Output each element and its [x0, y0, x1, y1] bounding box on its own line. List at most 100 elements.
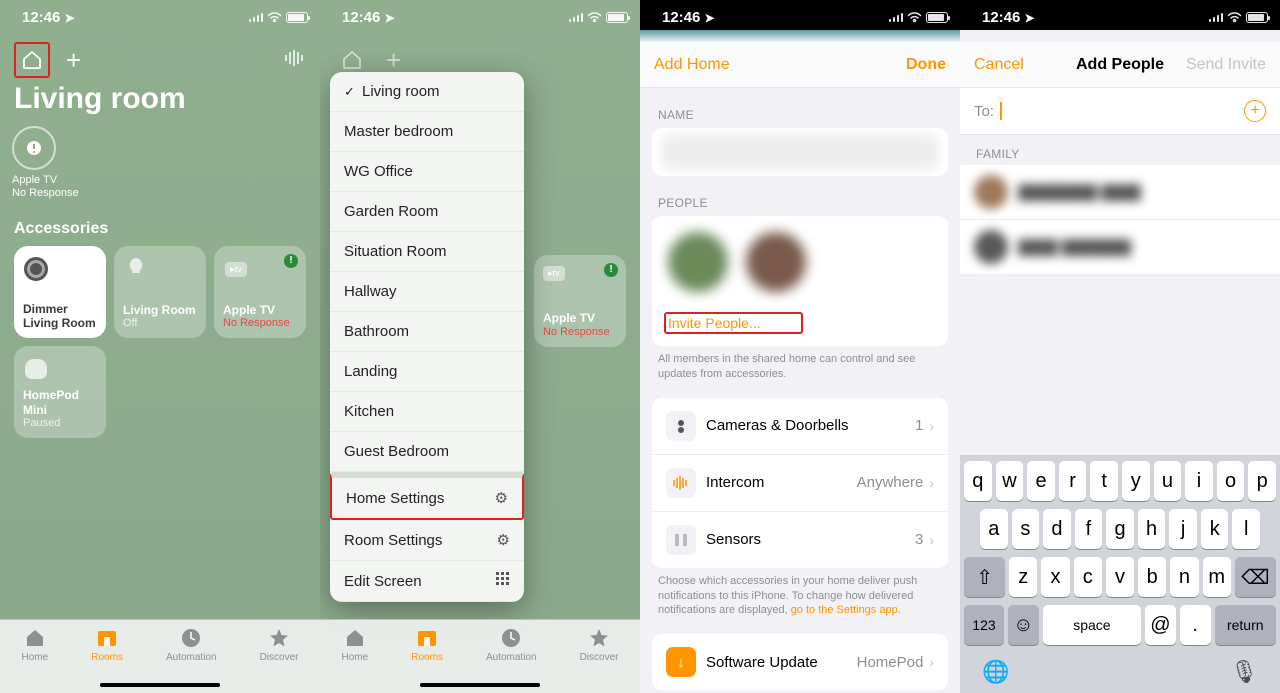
- tab-home[interactable]: Home: [22, 626, 49, 693]
- menu-item-hallway[interactable]: Hallway: [330, 272, 524, 312]
- home-icon[interactable]: [14, 42, 50, 78]
- row-cameras-doorbells[interactable]: Cameras & Doorbells1›: [652, 398, 948, 454]
- tab-discover[interactable]: Discover: [260, 626, 299, 693]
- mic-icon[interactable]: 🎙: [1230, 659, 1258, 685]
- tab-home[interactable]: Home: [342, 626, 369, 693]
- key-v[interactable]: v: [1106, 557, 1134, 597]
- accessory-tile[interactable]: HomePod MiniPaused: [14, 346, 106, 438]
- key-t[interactable]: t: [1090, 461, 1118, 501]
- add-home-button[interactable]: Add Home: [654, 56, 730, 74]
- avatar[interactable]: [746, 232, 806, 292]
- key-d[interactable]: d: [1043, 509, 1071, 549]
- send-invite-button[interactable]: Send Invite: [1186, 56, 1266, 74]
- key-y[interactable]: y: [1122, 461, 1150, 501]
- menu-item-guest-bedroom[interactable]: Guest Bedroom: [330, 432, 524, 472]
- row-intercom[interactable]: IntercomAnywhere›: [652, 454, 948, 511]
- menu-item-landing[interactable]: Landing: [330, 352, 524, 392]
- add-button[interactable]: +: [66, 45, 81, 76]
- add-button[interactable]: +: [386, 45, 401, 76]
- menu-item-room-settings[interactable]: Room Settings⚙: [330, 520, 524, 561]
- menu-item-wg-office[interactable]: WG Office: [330, 152, 524, 192]
- accessory-settings-card: Cameras & Doorbells1›IntercomAnywhere›Se…: [652, 398, 948, 568]
- signal-icon: [249, 12, 264, 22]
- automation-icon: [179, 626, 203, 650]
- numbers-key[interactable]: 123: [964, 605, 1004, 645]
- at-key[interactable]: @: [1145, 605, 1176, 645]
- dot-key[interactable]: .: [1180, 605, 1211, 645]
- tab-discover[interactable]: Discover: [580, 626, 619, 693]
- space-key[interactable]: space: [1043, 605, 1141, 645]
- row-software-update[interactable]: ↓Software Update HomePod›: [652, 634, 948, 690]
- key-x[interactable]: x: [1041, 557, 1069, 597]
- alert-badge-label: Apple TVNo Response: [0, 170, 320, 200]
- wifi-icon: [587, 12, 602, 23]
- done-button[interactable]: Done: [906, 56, 946, 74]
- home-indicator[interactable]: [420, 683, 540, 687]
- menu-item-master-bedroom[interactable]: Master bedroom: [330, 112, 524, 152]
- settings-app-link[interactable]: go to the Settings app: [791, 604, 898, 616]
- signal-icon: [1209, 12, 1224, 22]
- home-indicator[interactable]: [100, 683, 220, 687]
- cancel-button[interactable]: Cancel: [974, 56, 1024, 74]
- key-m[interactable]: m: [1203, 557, 1231, 597]
- screenshot-3-home-settings: 12:46 ➤ Add Home Done NAME PEOPLE Invite…: [640, 0, 960, 693]
- download-icon: ↓: [666, 647, 696, 677]
- key-p[interactable]: p: [1248, 461, 1276, 501]
- menu-item-living-room[interactable]: ✓Living room: [330, 72, 524, 112]
- key-b[interactable]: b: [1138, 557, 1166, 597]
- menu-item-situation-room[interactable]: Situation Room: [330, 232, 524, 272]
- chevron-right-icon: ›: [929, 418, 934, 434]
- key-o[interactable]: o: [1217, 461, 1245, 501]
- status-time: 12:46 ➤: [982, 9, 1035, 26]
- status-time: 12:46 ➤: [22, 9, 75, 26]
- return-key[interactable]: return: [1215, 605, 1276, 645]
- family-contact[interactable]: ████████ ████: [960, 165, 1280, 220]
- menu-item-garden-room[interactable]: Garden Room: [330, 192, 524, 232]
- menu-item-bathroom[interactable]: Bathroom: [330, 312, 524, 352]
- key-z[interactable]: z: [1009, 557, 1037, 597]
- key-k[interactable]: k: [1201, 509, 1229, 549]
- key-u[interactable]: u: [1154, 461, 1182, 501]
- key-w[interactable]: w: [996, 461, 1024, 501]
- alert-badge[interactable]: [12, 126, 56, 170]
- key-l[interactable]: l: [1232, 509, 1260, 549]
- home-icon: [23, 626, 47, 650]
- globe-icon[interactable]: 🌐: [982, 659, 1009, 685]
- invite-people-button[interactable]: Invite People...: [664, 306, 936, 334]
- menu-item-home-settings[interactable]: Home Settings⚙: [330, 472, 524, 520]
- add-contact-button[interactable]: +: [1244, 100, 1266, 122]
- signal-icon: [889, 12, 904, 22]
- key-n[interactable]: n: [1170, 557, 1198, 597]
- emoji-key[interactable]: ☺: [1008, 605, 1039, 645]
- avatar[interactable]: [668, 232, 728, 292]
- grid-icon: [496, 572, 510, 590]
- key-f[interactable]: f: [1075, 509, 1103, 549]
- accessory-tile[interactable]: Living RoomOff: [114, 246, 206, 338]
- key-r[interactable]: r: [1059, 461, 1087, 501]
- key-c[interactable]: c: [1074, 557, 1102, 597]
- key-h[interactable]: h: [1138, 509, 1166, 549]
- key-e[interactable]: e: [1027, 461, 1055, 501]
- row-sensors[interactable]: Sensors3›: [652, 511, 948, 568]
- key-s[interactable]: s: [1012, 509, 1040, 549]
- menu-item-kitchen[interactable]: Kitchen: [330, 392, 524, 432]
- key-i[interactable]: i: [1185, 461, 1213, 501]
- family-contact[interactable]: ████ ███████: [960, 220, 1280, 275]
- key-a[interactable]: a: [980, 509, 1008, 549]
- wifi-icon: [267, 12, 282, 23]
- key-j[interactable]: j: [1169, 509, 1197, 549]
- check-icon: ✓: [344, 84, 355, 100]
- recipient-field[interactable]: To: +: [960, 88, 1280, 135]
- section-header-accessories: Accessories: [0, 200, 320, 246]
- shift-key[interactable]: ⇧: [964, 557, 1005, 597]
- chevron-right-icon: ›: [929, 532, 934, 548]
- home-name-input[interactable]: [662, 134, 938, 170]
- key-q[interactable]: q: [964, 461, 992, 501]
- menu-item-edit-screen[interactable]: Edit Screen: [330, 561, 524, 602]
- accessory-tile[interactable]: Dimmer Living Room: [14, 246, 106, 338]
- backspace-key[interactable]: ⌫: [1235, 557, 1276, 597]
- accessory-tile-apple-tv[interactable]: ▸tv ! Apple TVNo Response: [534, 255, 626, 347]
- key-g[interactable]: g: [1106, 509, 1134, 549]
- accessory-tile[interactable]: ▸tv!Apple TVNo Response: [214, 246, 306, 338]
- intercom-icon[interactable]: [284, 49, 306, 72]
